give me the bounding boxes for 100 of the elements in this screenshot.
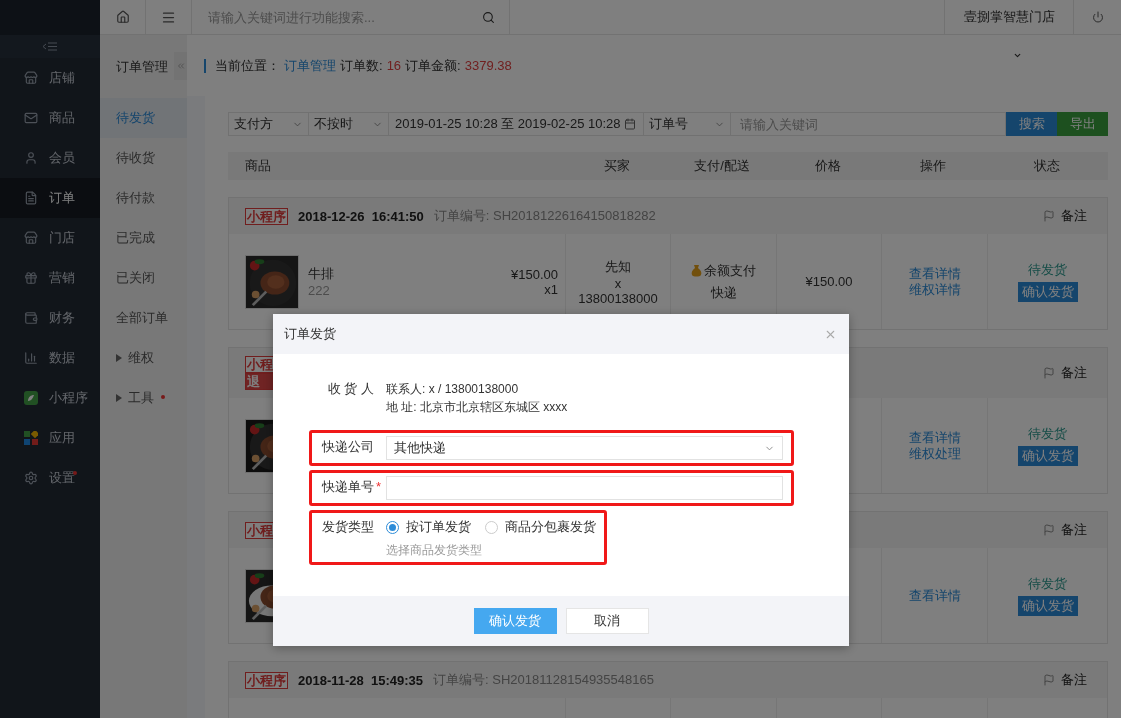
column-header: 状态 xyxy=(1032,157,1061,175)
tracking-number-field[interactable] xyxy=(386,476,783,500)
sub-navigation-item[interactable]: 工具 xyxy=(100,378,187,418)
sidebar-item[interactable]: 店铺 xyxy=(0,58,100,98)
order-count-label: 订单数: xyxy=(340,56,383,75)
sub-navigation-item[interactable]: 已关闭 xyxy=(100,258,187,298)
remark-button[interactable]: 备注 xyxy=(1043,207,1087,225)
detail-link[interactable]: 维权处理 xyxy=(908,445,961,462)
product-name: 牛排 xyxy=(308,265,335,283)
sub-navigation-item[interactable]: 待收货 xyxy=(100,138,187,178)
flag-icon xyxy=(1043,524,1055,536)
expand-arrow-icon xyxy=(116,394,122,402)
cancel-button[interactable]: 取消 xyxy=(565,608,649,634)
buyer-info: x xyxy=(614,275,622,291)
field-select[interactable]: 订单号 xyxy=(643,112,731,136)
source-tag: 小程 xyxy=(245,356,275,373)
detail-link[interactable]: 查看详情 xyxy=(908,587,961,604)
store-name[interactable]: 壹捌掌智慧门店 xyxy=(944,0,1073,34)
column-header: 商品 xyxy=(244,157,272,175)
sidebar-item[interactable]: 应用 xyxy=(0,418,100,458)
confirm-shipment-button[interactable]: 确认发货 xyxy=(1017,282,1078,302)
breadcrumb-link[interactable]: 订单管理 xyxy=(284,56,336,75)
source-tag: 小程序 xyxy=(245,671,288,689)
sidebar-item[interactable]: 设置 xyxy=(0,458,100,498)
detail-link[interactable]: 查看详情 xyxy=(908,265,961,282)
calendar-icon xyxy=(623,118,636,130)
envelope-icon xyxy=(24,111,38,125)
double-chevron-icon xyxy=(175,61,186,71)
remark-button[interactable]: 备注 xyxy=(1043,364,1087,382)
order-status: 待发货 xyxy=(1028,425,1067,443)
menu-icon xyxy=(161,9,176,25)
detail-link[interactable]: 查看详情 xyxy=(908,429,961,446)
payment-select[interactable]: 支付方 xyxy=(228,112,309,136)
time-select[interactable]: 不按时 xyxy=(308,112,389,136)
caret-icon[interactable] xyxy=(1013,51,1022,60)
unit-price: ¥150.00 xyxy=(511,266,558,282)
field-label: 快递单号* xyxy=(322,478,383,496)
column-header: 支付/配送 xyxy=(693,157,751,175)
remark-button[interactable]: 备注 xyxy=(1043,521,1087,539)
search-icon[interactable] xyxy=(482,10,495,24)
flag-icon xyxy=(1043,367,1055,379)
sidebar-item[interactable]: 营销 xyxy=(0,258,100,298)
confirm-button[interactable]: 确认发货 xyxy=(473,608,557,634)
power-icon xyxy=(1091,11,1104,23)
breadcrumb-label: 当前位置： xyxy=(215,56,280,75)
delivery-method: 快递 xyxy=(710,283,737,302)
sub-navigation-item[interactable]: 已完成 xyxy=(100,218,187,258)
sidebar-item[interactable]: 财务 xyxy=(0,298,100,338)
courier-select[interactable]: 其他快递 xyxy=(386,436,783,460)
bar-chart-icon xyxy=(24,351,38,365)
column-header: 价格 xyxy=(813,157,842,175)
date-range-field[interactable]: 2019-01-25 10:28 至 2019-02-25 10:28 xyxy=(388,112,644,136)
sub-navigation-item[interactable]: 维权 xyxy=(100,338,187,378)
detail-link[interactable]: 维权详情 xyxy=(908,281,961,298)
home-icon xyxy=(115,10,130,24)
search-button[interactable]: 搜索 xyxy=(1006,112,1057,136)
confirm-shipment-button[interactable]: 确认发货 xyxy=(1017,596,1078,616)
order-count: 16 xyxy=(386,58,402,73)
remark-button[interactable]: 备注 xyxy=(1043,671,1087,689)
sidebar-item[interactable]: 数据 xyxy=(0,338,100,378)
source-tag: 小程序 xyxy=(245,207,288,225)
expand-arrow-icon xyxy=(116,354,122,362)
order-time: 2018-12-26 16:41:50 xyxy=(298,208,424,224)
flag-icon xyxy=(1043,674,1055,686)
sub-navigation-item[interactable]: 全部订单 xyxy=(100,298,187,338)
radio-option[interactable]: 按订单发货 xyxy=(386,518,471,536)
store-icon xyxy=(24,71,38,85)
order-status: 待发货 xyxy=(1028,575,1067,593)
grid-icon xyxy=(24,431,38,445)
quantity: x1 xyxy=(544,281,558,297)
buyer-info: 13800138000 xyxy=(578,290,658,306)
dialog-title: 订单发货 xyxy=(284,325,336,343)
order-time: 2018-11-28 15:49:35 xyxy=(298,672,424,688)
receiver-label: 收 货 人 xyxy=(326,380,375,398)
order-amount: 3379.38 xyxy=(464,58,512,73)
payment-method: 余额支付 xyxy=(691,261,756,280)
sidebar-item[interactable]: 门店 xyxy=(0,218,100,258)
sub-navigation-item[interactable]: 待发货 xyxy=(100,98,187,138)
sub-navigation-item[interactable]: 待付款 xyxy=(100,178,187,218)
sidebar-item[interactable]: 会员 xyxy=(0,138,100,178)
contact-text: 联系人: x / 13800138000 xyxy=(386,381,520,398)
user-icon xyxy=(24,151,38,165)
buyer-info: 先知 xyxy=(605,257,631,276)
sidebar-item[interactable]: 订单 xyxy=(0,178,100,218)
store-icon xyxy=(24,231,38,245)
export-button[interactable]: 导出 xyxy=(1057,112,1108,136)
gift-icon xyxy=(24,271,38,285)
flag-icon xyxy=(1043,210,1055,222)
hint-text: 选择商品发货类型 xyxy=(386,542,483,559)
leaf-icon xyxy=(24,391,38,405)
source-tag: 退 xyxy=(245,373,275,390)
order-price: ¥150.00 xyxy=(805,274,853,289)
sidebar-item[interactable]: 商品 xyxy=(0,98,100,138)
collapse-menu-icon[interactable] xyxy=(43,42,57,51)
radio-option[interactable]: 商品分包裹发货 xyxy=(485,518,596,536)
wallet-icon xyxy=(24,311,38,325)
sub-navigation-title: 订单管理 xyxy=(115,57,169,76)
collapse-button[interactable] xyxy=(174,52,187,80)
confirm-shipment-button[interactable]: 确认发货 xyxy=(1017,446,1078,466)
sidebar-item[interactable]: 小程序 xyxy=(0,378,100,418)
